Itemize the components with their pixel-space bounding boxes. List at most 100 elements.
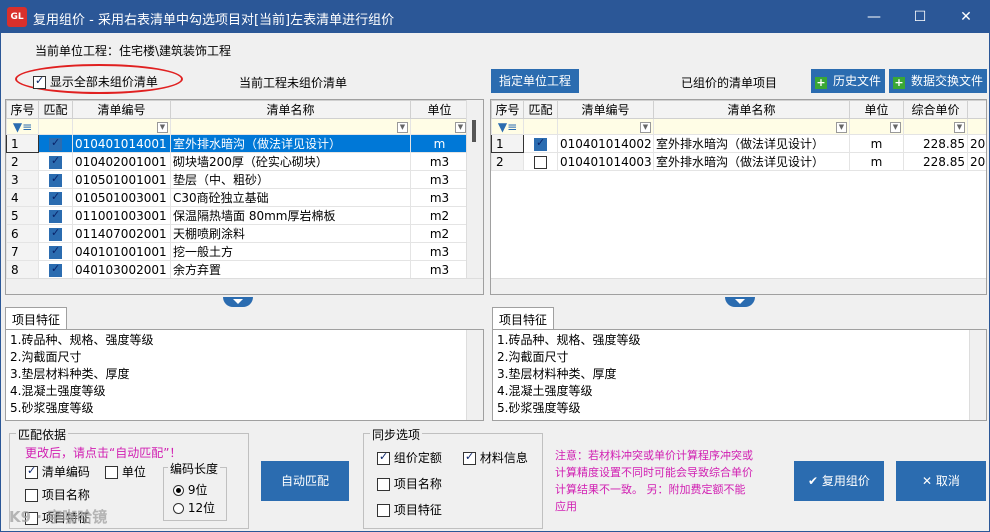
col-header-name[interactable]: 清单名称 [170, 100, 411, 119]
col-header-price[interactable]: 综合单价 [903, 100, 968, 119]
match-cell[interactable] [38, 134, 73, 153]
filter-dropdown-icon[interactable]: ▼ [640, 122, 651, 133]
match-unit-checkbox[interactable] [105, 466, 118, 479]
code-length-12[interactable]: 12位 [173, 499, 215, 516]
auto-match-button[interactable]: 自动匹配 [261, 461, 349, 501]
filter-dropdown-icon[interactable]: ▼ [954, 122, 965, 133]
vertical-scrollbar[interactable] [466, 330, 483, 420]
table-row[interactable]: 3 010501001001垫层（中、粗砂）m3 [6, 170, 469, 189]
table-row[interactable]: 1 010401014002室外排水暗沟（做法详见设计）m228.852016 [491, 134, 986, 153]
match-cell[interactable] [523, 152, 558, 171]
sync-material-checkbox[interactable] [463, 450, 476, 465]
match-checkbox[interactable] [49, 136, 62, 151]
table-row[interactable]: 2 010401014003室外排水暗沟（做法详见设计）m228.852016 [491, 152, 986, 171]
match-cell[interactable] [523, 134, 558, 153]
sync-feature-checkbox[interactable] [377, 504, 390, 517]
sync-name-checkbox[interactable] [377, 478, 390, 491]
right-bill-grid[interactable]: 序号 匹配 清单编号 清单名称 单位 综合单价 ▼≡ ▼ ▼ ▼ ▼ 1 0104… [490, 99, 987, 295]
sync-quota-checkbox[interactable] [377, 450, 390, 465]
table-row[interactable]: 2 010402001001砌块墙200厚（砼实心砌块）m3 [6, 152, 469, 171]
vertical-scrollbar[interactable] [969, 330, 986, 420]
table-row[interactable]: 1 010401014001室外排水暗沟（做法详见设计）m [6, 134, 469, 153]
match-checkbox[interactable] [49, 226, 62, 241]
minimize-button[interactable]: — [851, 1, 897, 33]
filter-cell[interactable]: ▼ [557, 118, 654, 135]
match-unit-option[interactable]: 单位 [105, 463, 146, 480]
maximize-button[interactable]: ☐ [897, 1, 943, 33]
filter-dropdown-icon[interactable]: ▼ [836, 122, 847, 133]
filter-cell[interactable] [38, 118, 73, 135]
reuse-pricing-button[interactable]: ✔ 复用组价 [794, 461, 884, 501]
filter-cell[interactable]: ▼ [410, 118, 469, 135]
filter-dropdown-icon[interactable]: ▼ [157, 122, 168, 133]
match-checkbox[interactable] [49, 244, 62, 259]
show-all-checkbox[interactable] [33, 74, 46, 89]
sync-name-option[interactable]: 项目名称 [377, 475, 442, 492]
filter-row[interactable]: ▼≡ ▼ ▼ ▼ ▼ [491, 118, 986, 135]
col-header-extra[interactable] [967, 100, 986, 119]
sync-material-option[interactable]: 材料信息 [463, 449, 528, 466]
col-header-index[interactable]: 序号 [491, 100, 524, 119]
match-cell[interactable] [38, 224, 73, 243]
col-header-match[interactable]: 匹配 [523, 100, 558, 119]
left-feature-tab[interactable]: 项目特征 [5, 307, 68, 331]
left-bill-grid[interactable]: 序号 匹配 清单编号 清单名称 单位 ▼≡ ▼ ▼ ▼ 1 01040101400… [5, 99, 484, 295]
col-header-match[interactable]: 匹配 [38, 100, 73, 119]
close-button[interactable]: ✕ [943, 1, 989, 33]
radio-12[interactable] [173, 503, 184, 514]
match-checkbox[interactable] [49, 208, 62, 223]
filter-cell[interactable]: ▼ [849, 118, 904, 135]
match-cell[interactable] [38, 206, 73, 225]
filter-row[interactable]: ▼≡ ▼ ▼ ▼ [6, 118, 469, 135]
filter-dropdown-icon[interactable]: ▼ [397, 122, 408, 133]
match-checkbox[interactable] [534, 155, 547, 169]
table-row[interactable]: 8 040103002001余方弃置m3 [6, 260, 469, 279]
assign-unit-button[interactable]: 指定单位工程 [491, 69, 579, 93]
match-checkbox[interactable] [534, 136, 547, 151]
col-header-index[interactable]: 序号 [6, 100, 39, 119]
show-all-toggle[interactable]: 显示全部未组价清单 [33, 73, 158, 90]
right-splitter-toggle[interactable] [725, 297, 755, 307]
match-checkbox[interactable] [49, 172, 62, 187]
filter-cell[interactable] [967, 118, 986, 135]
match-code-option[interactable]: 清单编码 [25, 463, 90, 480]
col-header-code[interactable]: 清单编号 [557, 100, 654, 119]
match-name-option[interactable]: 项目名称 [25, 486, 90, 503]
table-row[interactable]: 4 010501003001C30商砼独立基础m3 [6, 188, 469, 207]
match-checkbox[interactable] [49, 262, 62, 277]
match-cell[interactable] [38, 260, 73, 279]
data-exchange-button[interactable]: + 数据交换文件 [889, 69, 987, 93]
cancel-button[interactable]: ✕ 取消 [896, 461, 986, 501]
filter-dropdown-icon[interactable]: ▼ [890, 122, 901, 133]
match-cell[interactable] [38, 152, 73, 171]
horizontal-scrollbar[interactable] [491, 278, 986, 294]
match-cell[interactable] [38, 170, 73, 189]
sync-feature-option[interactable]: 项目特征 [377, 501, 442, 518]
col-header-unit[interactable]: 单位 [410, 100, 469, 119]
horizontal-scrollbar[interactable] [6, 278, 483, 294]
filter-cell[interactable]: ▼ [653, 118, 850, 135]
vertical-scrollbar[interactable] [466, 100, 483, 294]
filter-cell[interactable]: ▼ [72, 118, 171, 135]
left-splitter-toggle[interactable] [223, 297, 253, 307]
col-header-unit[interactable]: 单位 [849, 100, 904, 119]
history-files-button[interactable]: + 历史文件 [811, 69, 885, 93]
table-row[interactable]: 6 011407002001天棚喷刷涂料m2 [6, 224, 469, 243]
filter-cell[interactable]: ▼ [170, 118, 411, 135]
right-feature-tab[interactable]: 项目特征 [492, 307, 555, 331]
table-row[interactable]: 5 011001003001保温隔热墙面 80mm厚岩棉板m2 [6, 206, 469, 225]
code-length-9[interactable]: 9位 [173, 481, 207, 498]
match-cell[interactable] [38, 242, 73, 261]
col-header-code[interactable]: 清单编号 [72, 100, 171, 119]
filter-cell[interactable] [523, 118, 558, 135]
match-name-checkbox[interactable] [25, 489, 38, 502]
match-checkbox[interactable] [49, 154, 62, 169]
filter-icon[interactable]: ▼≡ [6, 118, 39, 135]
col-header-name[interactable]: 清单名称 [653, 100, 850, 119]
table-row[interactable]: 7 040101001001挖一般土方m3 [6, 242, 469, 261]
filter-dropdown-icon[interactable]: ▼ [455, 122, 466, 133]
match-checkbox[interactable] [49, 190, 62, 205]
filter-cell[interactable]: ▼ [903, 118, 968, 135]
filter-icon[interactable]: ▼≡ [491, 118, 524, 135]
sync-quota-option[interactable]: 组价定额 [377, 449, 442, 466]
